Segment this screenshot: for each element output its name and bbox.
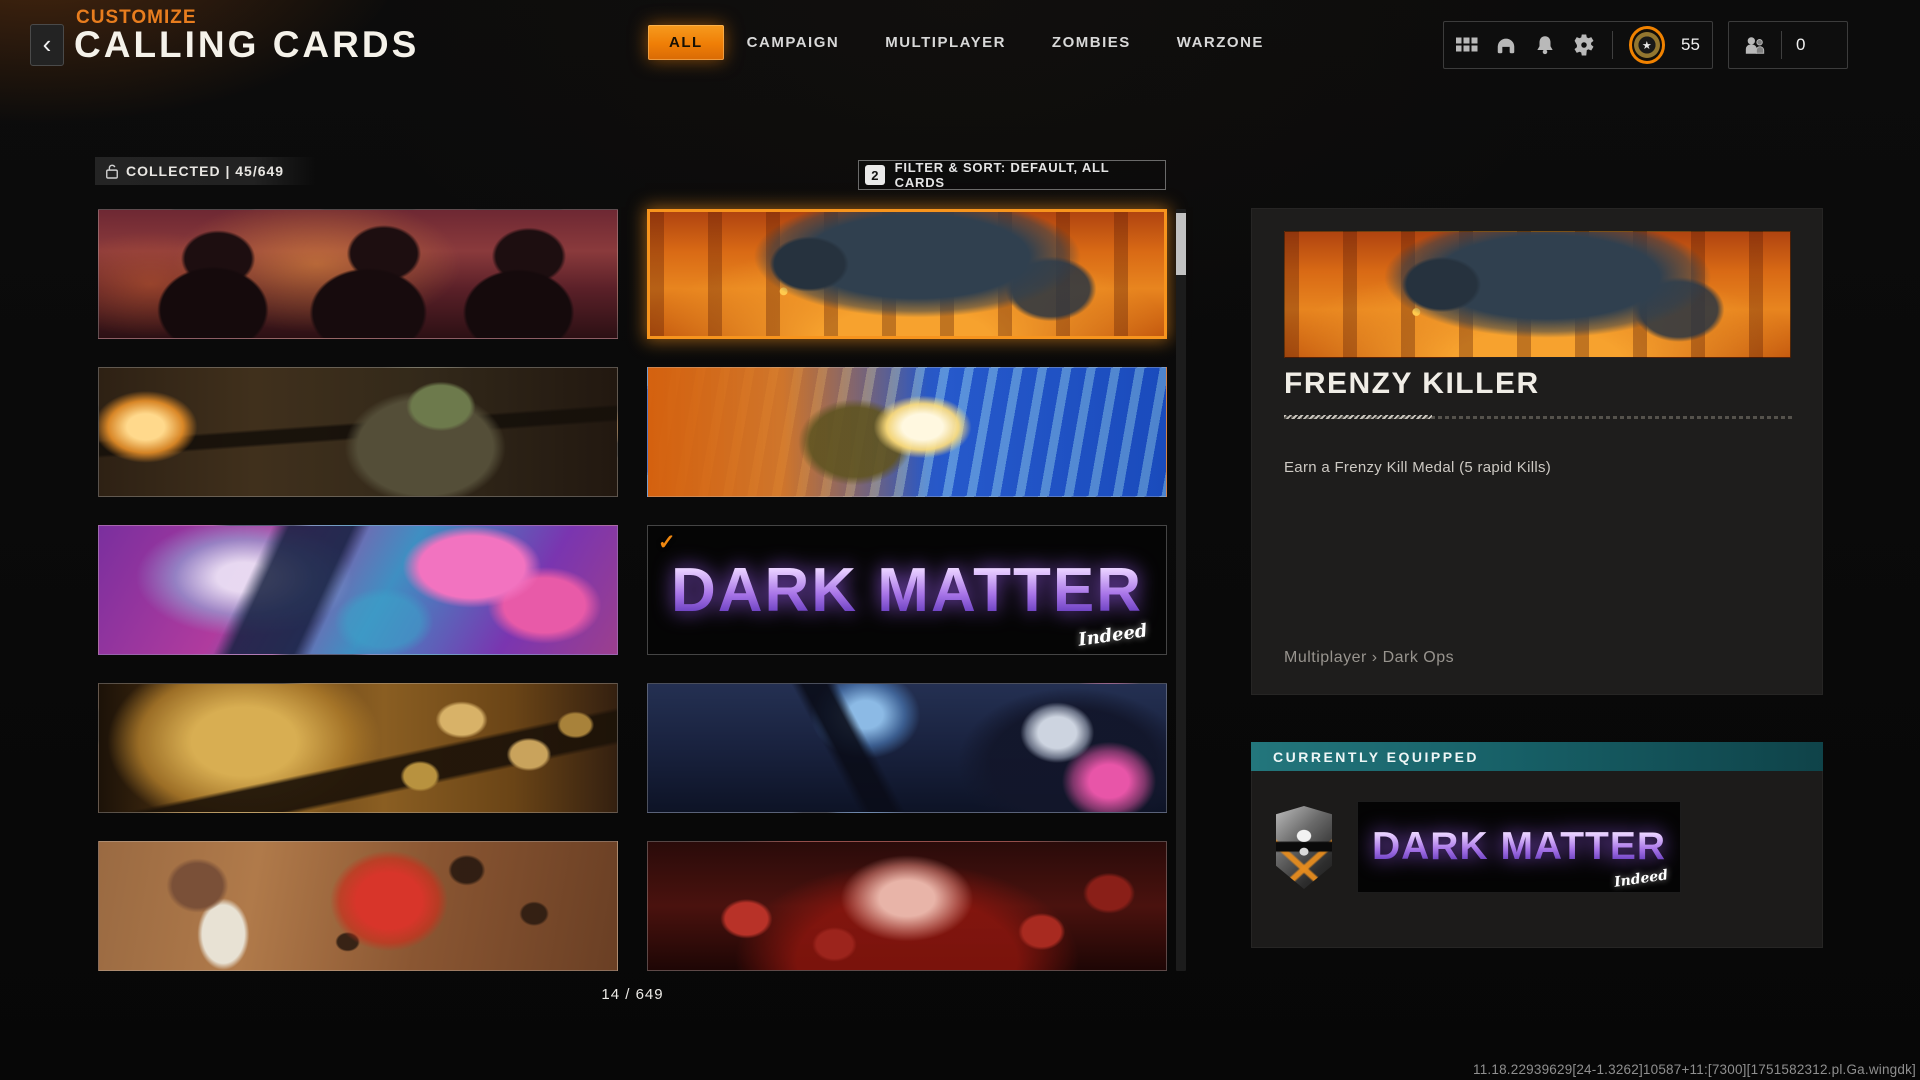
card-succubus[interactable] (647, 841, 1167, 971)
hud-divider (1781, 31, 1782, 59)
currently-equipped-header: CURRENTLY EQUIPPED (1251, 742, 1823, 771)
category-tabs: ALL CAMPAIGN MULTIPLAYER ZOMBIES WARZONE (648, 22, 1287, 62)
settings-gear-icon[interactable] (1573, 33, 1596, 57)
friends-icon[interactable] (1743, 33, 1767, 57)
hud-divider (1612, 31, 1613, 59)
calling-card-grid: ✓ DARK MATTER Indeed (98, 209, 1167, 971)
build-version-text: 11.18.22939629[24-1.3262]10587+11:[7300]… (1473, 1062, 1916, 1077)
filter-key-hint: 2 (865, 165, 885, 185)
friends-online-count: 0 (1796, 35, 1805, 55)
card-preview-image (1284, 231, 1791, 358)
headset-icon[interactable] (1495, 33, 1518, 57)
tab-all[interactable]: ALL (648, 25, 724, 60)
season-level: 55 (1681, 35, 1700, 55)
tab-multiplayer[interactable]: MULTIPLAYER (862, 25, 1029, 60)
social-hud-box: 0 (1728, 21, 1848, 69)
page-title: CALLING CARDS (74, 24, 419, 66)
detail-divider-highlight (1284, 415, 1432, 419)
filter-sort-bar[interactable]: 2 FILTER & SORT: DEFAULT, ALL CARDS (858, 160, 1166, 190)
card-jack-in-the-box[interactable] (98, 841, 618, 971)
dark-matter-title: DARK MATTER (671, 555, 1143, 626)
menu-grid-icon[interactable] (1456, 33, 1479, 57)
card-grim-reaper[interactable] (647, 683, 1167, 813)
card-detail-title: FRENZY KILLER (1284, 367, 1540, 401)
card-dark-matter[interactable]: ✓ DARK MATTER Indeed (647, 525, 1167, 655)
grid-pagination: 14 / 649 (98, 986, 1167, 1003)
card-detail-panel: FRENZY KILLER Earn a Frenzy Kill Medal (… (1251, 208, 1823, 695)
card-golden-skulls[interactable] (98, 683, 618, 813)
grid-scrollbar[interactable] (1176, 209, 1186, 971)
filter-label: FILTER & SORT: DEFAULT, ALL CARDS (895, 160, 1159, 190)
card-unlock-requirement: Earn a Frenzy Kill Medal (5 rapid Kills) (1284, 459, 1551, 476)
prestige-emblem-icon[interactable]: ★ (1629, 26, 1666, 64)
unlock-icon (105, 163, 119, 179)
card-category-breadcrumb: Multiplayer › Dark Ops (1284, 649, 1454, 667)
back-button[interactable]: ‹ (30, 24, 64, 66)
card-croc-soldier[interactable] (98, 367, 618, 497)
back-chevron-icon: ‹ (43, 29, 52, 59)
tab-campaign[interactable]: CAMPAIGN (724, 25, 863, 60)
player-emblem (1276, 806, 1332, 889)
system-hud-box: ★ 55 (1443, 21, 1713, 69)
equipped-calling-card: DARK MATTER Indeed (1357, 801, 1681, 893)
notifications-bell-icon[interactable] (1534, 33, 1557, 57)
card-undead-cowboys[interactable] (98, 209, 618, 339)
card-frenzy-killer-selected[interactable] (647, 209, 1167, 339)
collected-counter: COLLECTED | 45/649 (95, 157, 315, 185)
card-skeleton-minigun[interactable] (647, 367, 1167, 497)
tab-zombies[interactable]: ZOMBIES (1029, 25, 1154, 60)
scrollbar-thumb[interactable] (1176, 213, 1186, 275)
currently-equipped-panel: DARK MATTER Indeed (1251, 771, 1823, 948)
equipped-card-title: DARK MATTER (1372, 825, 1666, 869)
card-anime-chainsaw[interactable] (98, 525, 618, 655)
currently-equipped-label: CURRENTLY EQUIPPED (1273, 749, 1479, 765)
collected-label: COLLECTED | 45/649 (126, 163, 284, 179)
tab-warzone[interactable]: WARZONE (1154, 25, 1287, 60)
